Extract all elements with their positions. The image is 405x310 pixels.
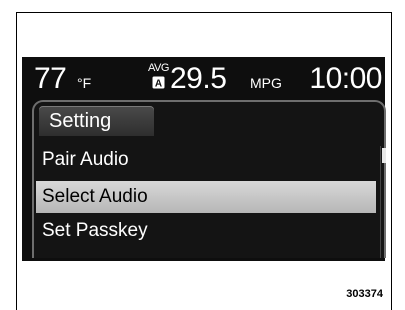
menu-scrollbar[interactable] [380, 146, 386, 258]
page: 77 °F AVG A 29.5 MPG 10:00 Setting Pair … [0, 0, 405, 310]
menu-item-pair-audio[interactable]: Pair Audio [36, 144, 376, 176]
menu-item-set-passkey[interactable]: Set Passkey [36, 215, 376, 247]
menu-item-select-audio[interactable]: Select Audio [36, 181, 376, 213]
clock: 10:00 [309, 62, 382, 95]
outside-temperature: 77 [34, 62, 67, 95]
fuel-economy-value: 29.5 [170, 62, 227, 95]
fuel-economy-unit: MPG [250, 75, 282, 91]
fuel-gauge-a-icon: A [152, 76, 165, 89]
figure-id: 303374 [346, 288, 383, 300]
scroll-thumb[interactable] [382, 148, 386, 163]
temperature-unit: °F [77, 75, 92, 91]
status-bar: 77 °F AVG A 29.5 MPG 10:00 [34, 61, 382, 101]
settings-menu: Setting Pair Audio Select Audio Set Pass… [32, 100, 386, 258]
menu-title: Setting [39, 106, 154, 136]
display-screen: 77 °F AVG A 29.5 MPG 10:00 Setting Pair … [22, 57, 386, 261]
avg-label: AVG [148, 62, 169, 74]
svg-text:A: A [155, 79, 162, 90]
